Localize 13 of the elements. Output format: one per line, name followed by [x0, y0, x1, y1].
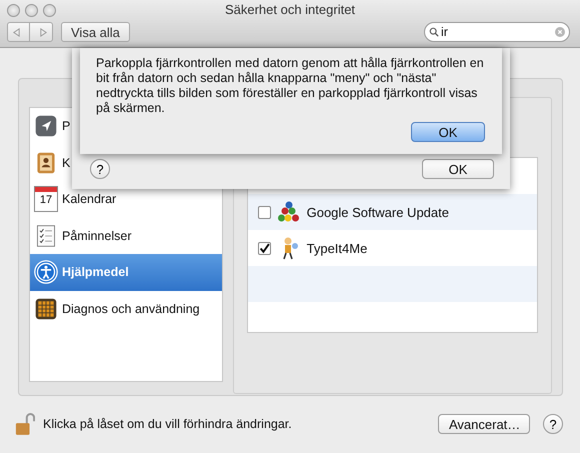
- sidebar-label: K: [62, 156, 70, 170]
- alert-message: Parkoppla fjärrkontrollen med datorn genom att hålla fjärrkontrollen en bit från datorn och sedan hålla knapparna "meny" och "nästa" nedtryckta tills bilden som föreställer en parkopplad fjärrkontroll visas på skärmen.: [96, 56, 485, 116]
- sidebar-label: Kalendrar: [62, 192, 116, 206]
- sidebar-label: Diagnos och användning: [62, 302, 200, 316]
- search-text: ir: [440, 25, 449, 39]
- sidebar-label: Påminnelser: [62, 228, 132, 243]
- lock-hint: Klicka på låset om du vill förhindra ändringar.: [43, 417, 292, 431]
- sidebar-label: Hjälpmedel: [62, 265, 129, 280]
- sidebar-label: P: [62, 119, 70, 134]
- app-name: Google Software Update: [306, 204, 449, 220]
- app-name: TypeIt4Me: [306, 240, 368, 256]
- window-title: Säkerhet och integritet: [224, 1, 356, 17]
- calendar-icon: 17: [34, 186, 58, 212]
